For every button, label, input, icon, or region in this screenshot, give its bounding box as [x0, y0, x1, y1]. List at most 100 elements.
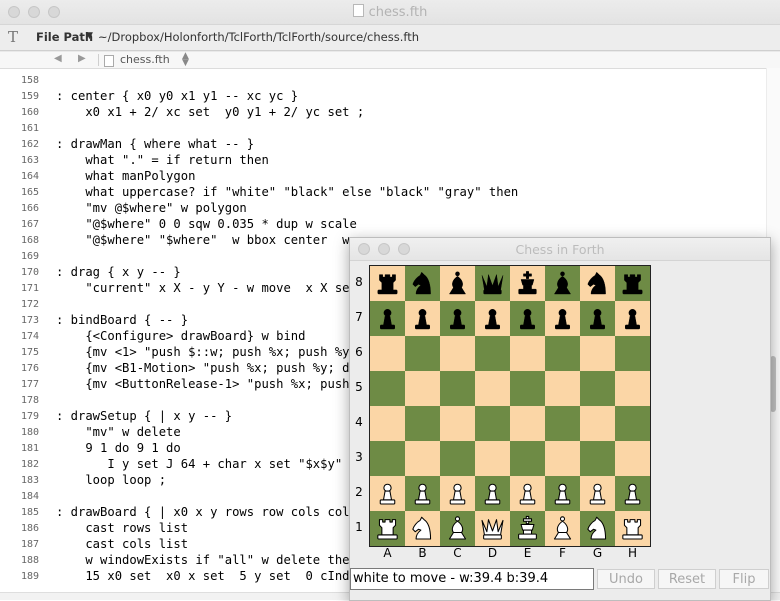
code-line[interactable]: 161 — [0, 120, 766, 136]
square-g8[interactable] — [580, 266, 615, 301]
square-a8[interactable] — [370, 266, 405, 301]
square-a5[interactable] — [370, 371, 405, 406]
forward-arrow-icon[interactable]: ▶ — [78, 53, 86, 64]
jump-file-name[interactable]: chess.fth — [120, 53, 170, 66]
square-d5[interactable] — [475, 371, 510, 406]
code-text: what manPolygon — [56, 169, 196, 183]
square-d6[interactable] — [475, 336, 510, 371]
square-c5[interactable] — [440, 371, 475, 406]
square-d1[interactable] — [475, 511, 510, 546]
square-c6[interactable] — [440, 336, 475, 371]
square-e7[interactable] — [510, 301, 545, 336]
text-tool-icon[interactable]: T — [8, 28, 18, 46]
status-field[interactable]: white to move - w:39.4 b:39.4 — [350, 568, 594, 590]
square-b1[interactable] — [405, 511, 440, 546]
square-h2[interactable] — [615, 476, 650, 511]
square-h7[interactable] — [615, 301, 650, 336]
square-d3[interactable] — [475, 441, 510, 476]
square-d7[interactable] — [475, 301, 510, 336]
code-line[interactable]: 163 what "." = if return then — [0, 152, 766, 168]
square-b7[interactable] — [405, 301, 440, 336]
chess-titlebar: Chess in Forth — [350, 238, 770, 261]
square-d2[interactable] — [475, 476, 510, 511]
code-line[interactable]: 165 what uppercase? if "white" "black" e… — [0, 184, 766, 200]
chevron-down-icon[interactable]: ▼ — [86, 31, 93, 41]
square-h4[interactable] — [615, 406, 650, 441]
line-number: 171 — [20, 283, 39, 294]
square-g4[interactable] — [580, 406, 615, 441]
editor-titlebar: chess.fth — [0, 0, 780, 25]
square-e6[interactable] — [510, 336, 545, 371]
square-c8[interactable] — [440, 266, 475, 301]
square-e1[interactable] — [510, 511, 545, 546]
code-line[interactable]: 159: center { x0 y0 x1 y1 -- xc yc } — [0, 88, 766, 104]
square-b8[interactable] — [405, 266, 440, 301]
square-f2[interactable] — [545, 476, 580, 511]
square-h8[interactable] — [615, 266, 650, 301]
square-h1[interactable] — [615, 511, 650, 546]
square-f6[interactable] — [545, 336, 580, 371]
square-e3[interactable] — [510, 441, 545, 476]
square-f8[interactable] — [545, 266, 580, 301]
square-a3[interactable] — [370, 441, 405, 476]
square-f4[interactable] — [545, 406, 580, 441]
square-h5[interactable] — [615, 371, 650, 406]
updown-chevron-icon[interactable]: ▲ ▼ — [182, 52, 189, 68]
square-e8[interactable] — [510, 266, 545, 301]
square-h3[interactable] — [615, 441, 650, 476]
square-b5[interactable] — [405, 371, 440, 406]
square-d8[interactable] — [475, 266, 510, 301]
square-a6[interactable] — [370, 336, 405, 371]
line-number: 162 — [20, 139, 39, 150]
square-e5[interactable] — [510, 371, 545, 406]
chess-board[interactable] — [369, 265, 651, 547]
code-text: "current" x X - y Y - w move x X set — [56, 281, 357, 295]
code-line[interactable]: 160 x0 x1 + 2/ xc set y0 y1 + 2/ yc set … — [0, 104, 766, 120]
file-label: D — [487, 546, 498, 560]
square-g5[interactable] — [580, 371, 615, 406]
square-b6[interactable] — [405, 336, 440, 371]
square-b3[interactable] — [405, 441, 440, 476]
square-a7[interactable] — [370, 301, 405, 336]
code-line[interactable]: 162: drawMan { where what -- } — [0, 136, 766, 152]
square-c7[interactable] — [440, 301, 475, 336]
square-c3[interactable] — [440, 441, 475, 476]
rank-label: 8 — [355, 275, 363, 289]
line-number: 179 — [20, 411, 39, 422]
square-f5[interactable] — [545, 371, 580, 406]
code-line[interactable]: 167 "@$where" 0 0 sqw 0.035 * dup w scal… — [0, 216, 766, 232]
reset-button[interactable]: Reset — [658, 569, 716, 589]
square-g3[interactable] — [580, 441, 615, 476]
code-line[interactable]: 158 — [0, 72, 766, 88]
undo-button[interactable]: Undo — [597, 569, 655, 589]
square-b2[interactable] — [405, 476, 440, 511]
line-number: 181 — [20, 443, 39, 454]
code-text: 15 x0 set x0 x set 5 y set 0 cInde — [56, 569, 357, 583]
square-e4[interactable] — [510, 406, 545, 441]
square-a4[interactable] — [370, 406, 405, 441]
square-g2[interactable] — [580, 476, 615, 511]
square-f7[interactable] — [545, 301, 580, 336]
square-d4[interactable] — [475, 406, 510, 441]
rank-label: 3 — [355, 450, 363, 464]
square-g7[interactable] — [580, 301, 615, 336]
square-h6[interactable] — [615, 336, 650, 371]
file-path-label[interactable]: File Path — [36, 30, 93, 44]
square-b4[interactable] — [405, 406, 440, 441]
square-e2[interactable] — [510, 476, 545, 511]
square-f1[interactable] — [545, 511, 580, 546]
square-a2[interactable] — [370, 476, 405, 511]
square-g6[interactable] — [580, 336, 615, 371]
code-line[interactable]: 164 what manPolygon — [0, 168, 766, 184]
square-c2[interactable] — [440, 476, 475, 511]
code-line[interactable]: 166 "mv @$where" w polygon — [0, 200, 766, 216]
square-a1[interactable] — [370, 511, 405, 546]
square-c4[interactable] — [440, 406, 475, 441]
flip-button[interactable]: Flip — [719, 569, 769, 589]
square-f3[interactable] — [545, 441, 580, 476]
line-number: 176 — [20, 363, 39, 374]
square-c1[interactable] — [440, 511, 475, 546]
back-arrow-icon[interactable]: ◀ — [54, 53, 62, 64]
line-number: 170 — [20, 267, 39, 278]
square-g1[interactable] — [580, 511, 615, 546]
